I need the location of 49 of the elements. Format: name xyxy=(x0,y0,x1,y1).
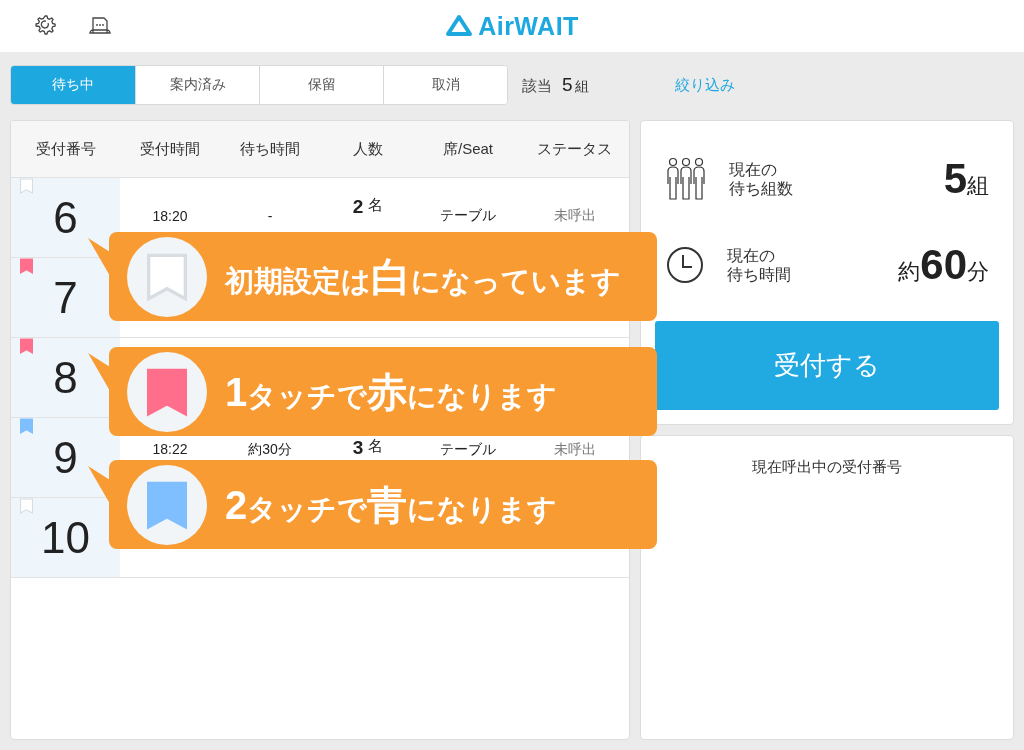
seat-type: テーブル xyxy=(440,441,496,459)
queue-number: 7 xyxy=(53,272,78,323)
result-label: 該当 xyxy=(522,77,552,96)
clock-icon xyxy=(665,245,705,285)
wait-minutes: 60 xyxy=(920,241,967,289)
queue-number: 6 xyxy=(53,192,78,243)
receipt-icon[interactable] xyxy=(88,14,112,36)
app-logo: AirWAIT xyxy=(478,11,579,41)
reception-time: 18:22 xyxy=(152,441,188,457)
wait-time: - xyxy=(267,207,273,224)
seat-type: テーブル xyxy=(440,206,496,225)
call-status: 未呼出 xyxy=(553,206,596,225)
people-icon xyxy=(665,157,707,201)
callout-text: 2タッチで青になります xyxy=(225,484,558,525)
bookmark-icon[interactable] xyxy=(20,258,33,274)
result-unit: 組 xyxy=(574,78,589,96)
groups-unit: 組 xyxy=(967,173,989,200)
approx-prefix: 約 xyxy=(898,258,921,286)
column-header: 席/Seat xyxy=(442,138,494,159)
status-tab[interactable]: 取消 xyxy=(383,66,507,104)
column-header: 待ち時間 xyxy=(239,138,301,159)
column-header: 受付番号 xyxy=(34,138,97,159)
result-count: 5 xyxy=(562,74,573,96)
wait-time: 約30分 xyxy=(248,441,292,459)
panel-title: 現在呼出中の受付番号 xyxy=(752,458,902,477)
wait-time-label: 現在の xyxy=(727,246,775,265)
bookmark-icon[interactable] xyxy=(20,418,33,434)
logo-icon xyxy=(445,14,474,38)
groups-label: 待ち組数 xyxy=(729,179,793,198)
callout-text: 1タッチで赤になります xyxy=(225,371,558,412)
column-header: ステータス xyxy=(536,138,613,159)
column-header: 受付時間 xyxy=(139,138,201,159)
settings-icon[interactable] xyxy=(34,14,56,36)
bookmark-icon[interactable] xyxy=(20,338,33,354)
call-status: 未呼出 xyxy=(553,441,596,459)
column-header: 人数 xyxy=(352,138,384,159)
queue-number: 8 xyxy=(53,352,78,403)
minutes-unit: 分 xyxy=(967,259,989,286)
party-unit: 名 xyxy=(368,437,384,456)
groups-count: 5 xyxy=(943,155,967,203)
reception-time: 18:20 xyxy=(152,207,188,224)
party-size: 3 xyxy=(352,437,364,459)
party-size: 2 xyxy=(352,196,364,218)
queue-number: 9 xyxy=(53,432,78,483)
queue-number: 10 xyxy=(41,512,90,563)
wait-time-label: 待ち時間 xyxy=(727,265,791,284)
callout-text: 初期設定は白 になっています xyxy=(225,256,621,297)
party-unit: 名 xyxy=(368,196,384,215)
groups-label: 現在の xyxy=(729,160,777,179)
